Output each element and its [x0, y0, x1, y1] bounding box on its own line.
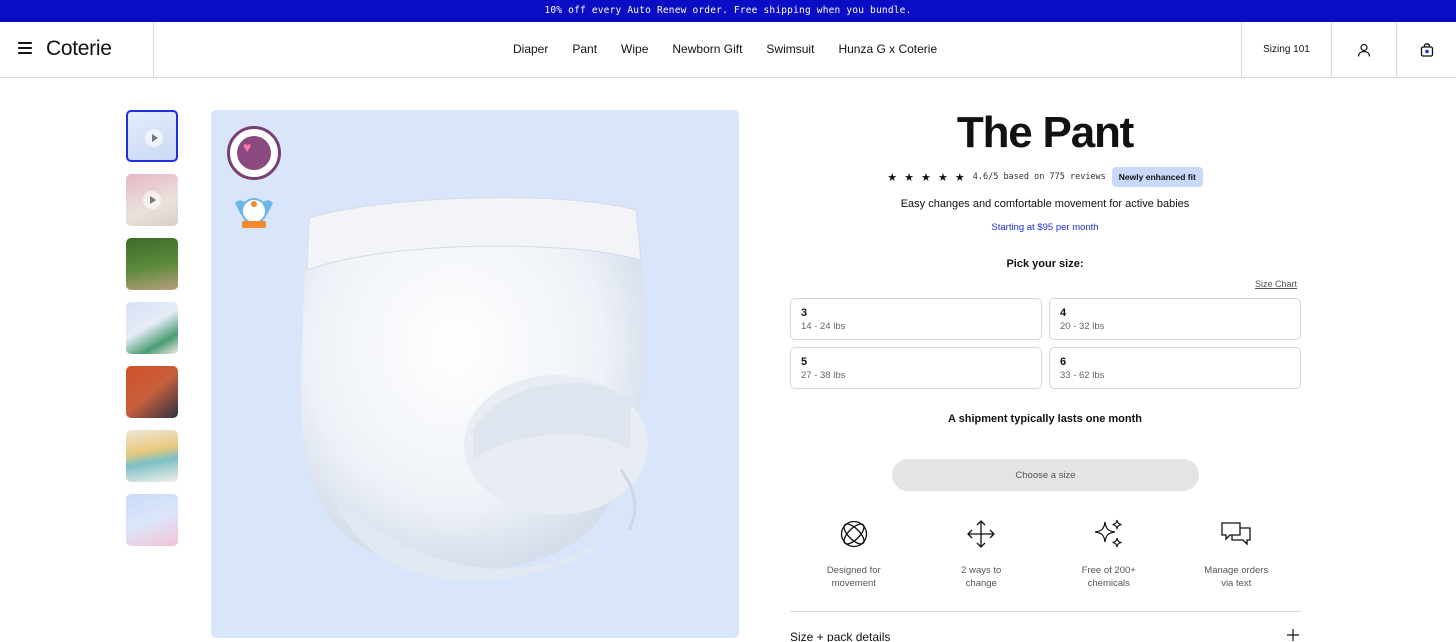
size-number: 6 — [1060, 356, 1067, 368]
feature-text-orders: Manage orders via text — [1173, 518, 1301, 590]
pant-diaper-illustration — [300, 197, 648, 580]
feature-label: Manage orders via text — [1204, 565, 1269, 589]
shopping-bag-icon — [1420, 42, 1433, 57]
thumbnail-6[interactable] — [126, 430, 178, 482]
feature-label: Free of 200+ chemicals — [1081, 565, 1136, 589]
header-actions: Sizing 101 — [1241, 22, 1456, 77]
size-weight-range: 33 - 62 lbs — [1060, 370, 1105, 381]
user-icon — [1357, 43, 1371, 57]
nav-wipe[interactable]: Wipe — [621, 42, 648, 56]
product-title: The Pant — [956, 108, 1134, 157]
thumbnail-4[interactable] — [126, 302, 178, 354]
sizing-101-link[interactable]: Sizing 101 — [1241, 22, 1331, 77]
size-chart-link[interactable]: Size Chart — [1255, 279, 1297, 289]
nav-diaper[interactable]: Diaper — [513, 42, 548, 56]
hamburger-menu-icon[interactable] — [18, 42, 32, 56]
star-rating-icon[interactable]: ★ ★ ★ ★ ★ — [887, 171, 967, 184]
feature-movement: Designed for movement — [790, 518, 918, 590]
size-number: 4 — [1060, 307, 1067, 319]
size-number: 5 — [801, 356, 808, 368]
thumbnail-3[interactable] — [126, 238, 178, 290]
account-button[interactable] — [1331, 22, 1396, 77]
nav-pant[interactable]: Pant — [572, 42, 597, 56]
choose-size-button[interactable]: Choose a size — [892, 459, 1199, 491]
size-option-6[interactable]: 6 33 - 62 lbs — [1049, 347, 1301, 389]
size-option-5[interactable]: 5 27 - 38 lbs — [790, 347, 1042, 389]
feature-list: Designed for movement 2 ways to change F… — [790, 518, 1300, 590]
size-weight-range: 20 - 32 lbs — [1060, 321, 1105, 332]
rating-summary[interactable]: 4.6/5 based on 775 reviews — [973, 172, 1106, 182]
thumbnail-7[interactable] — [126, 494, 178, 546]
size-number: 3 — [801, 307, 808, 319]
size-options: 3 14 - 24 lbs 4 20 - 32 lbs 5 27 - 38 lb… — [790, 298, 1301, 389]
main-nav: Diaper Pant Wipe Newborn Gift Swimsuit H… — [513, 42, 961, 56]
header-divider — [153, 22, 154, 77]
gallery-thumbnails — [126, 110, 178, 558]
accordion-label: Size + pack details — [790, 630, 891, 642]
section-divider — [790, 611, 1301, 612]
site-logo[interactable]: Coterie — [46, 37, 112, 61]
shipment-note: A shipment typically lasts one month — [948, 413, 1142, 425]
size-weight-range: 27 - 38 lbs — [801, 370, 846, 381]
size-option-4[interactable]: 4 20 - 32 lbs — [1049, 298, 1301, 340]
site-header: Coterie Diaper Pant Wipe Newborn Gift Sw… — [0, 22, 1456, 78]
promo-banner: 10% off every Auto Renew order. Free shi… — [0, 0, 1456, 22]
size-pack-details-accordion[interactable]: Size + pack details — [790, 628, 1301, 642]
nav-swimsuit[interactable]: Swimsuit — [766, 42, 814, 56]
feature-label: Designed for movement — [826, 565, 881, 589]
new-fit-badge: Newly enhanced fit — [1111, 167, 1203, 187]
play-icon — [145, 129, 163, 147]
size-weight-range: 14 - 24 lbs — [801, 321, 846, 332]
arrows-move-icon — [967, 520, 996, 548]
feature-chemical-free: Free of 200+ chemicals — [1045, 518, 1173, 590]
pick-size-heading: Pick your size: — [1006, 258, 1084, 270]
price-line: Starting at $95 per month — [991, 222, 1099, 233]
plus-icon — [1287, 629, 1299, 641]
nav-hunza-g[interactable]: Hunza G x Coterie — [838, 42, 937, 56]
chat-bubbles-icon — [1221, 522, 1251, 546]
thumbnail-5[interactable] — [126, 366, 178, 418]
rating-row: ★ ★ ★ ★ ★ 4.6/5 based on 775 reviews New… — [790, 167, 1300, 187]
product-hero-image: ♥ — [211, 110, 739, 638]
thumbnail-2[interactable] — [126, 174, 178, 226]
nav-newborn-gift[interactable]: Newborn Gift — [672, 42, 742, 56]
play-icon — [143, 191, 161, 209]
cart-button[interactable] — [1396, 22, 1456, 77]
size-option-3[interactable]: 3 14 - 24 lbs — [790, 298, 1042, 340]
product-tagline: Easy changes and comfortable movement fo… — [900, 198, 1190, 210]
feature-two-ways: 2 ways to change — [918, 518, 1046, 590]
feature-label: 2 ways to change — [961, 565, 1002, 589]
thumbnail-1[interactable] — [126, 110, 178, 162]
sparkles-icon — [1094, 519, 1122, 548]
orbit-icon — [840, 520, 867, 548]
